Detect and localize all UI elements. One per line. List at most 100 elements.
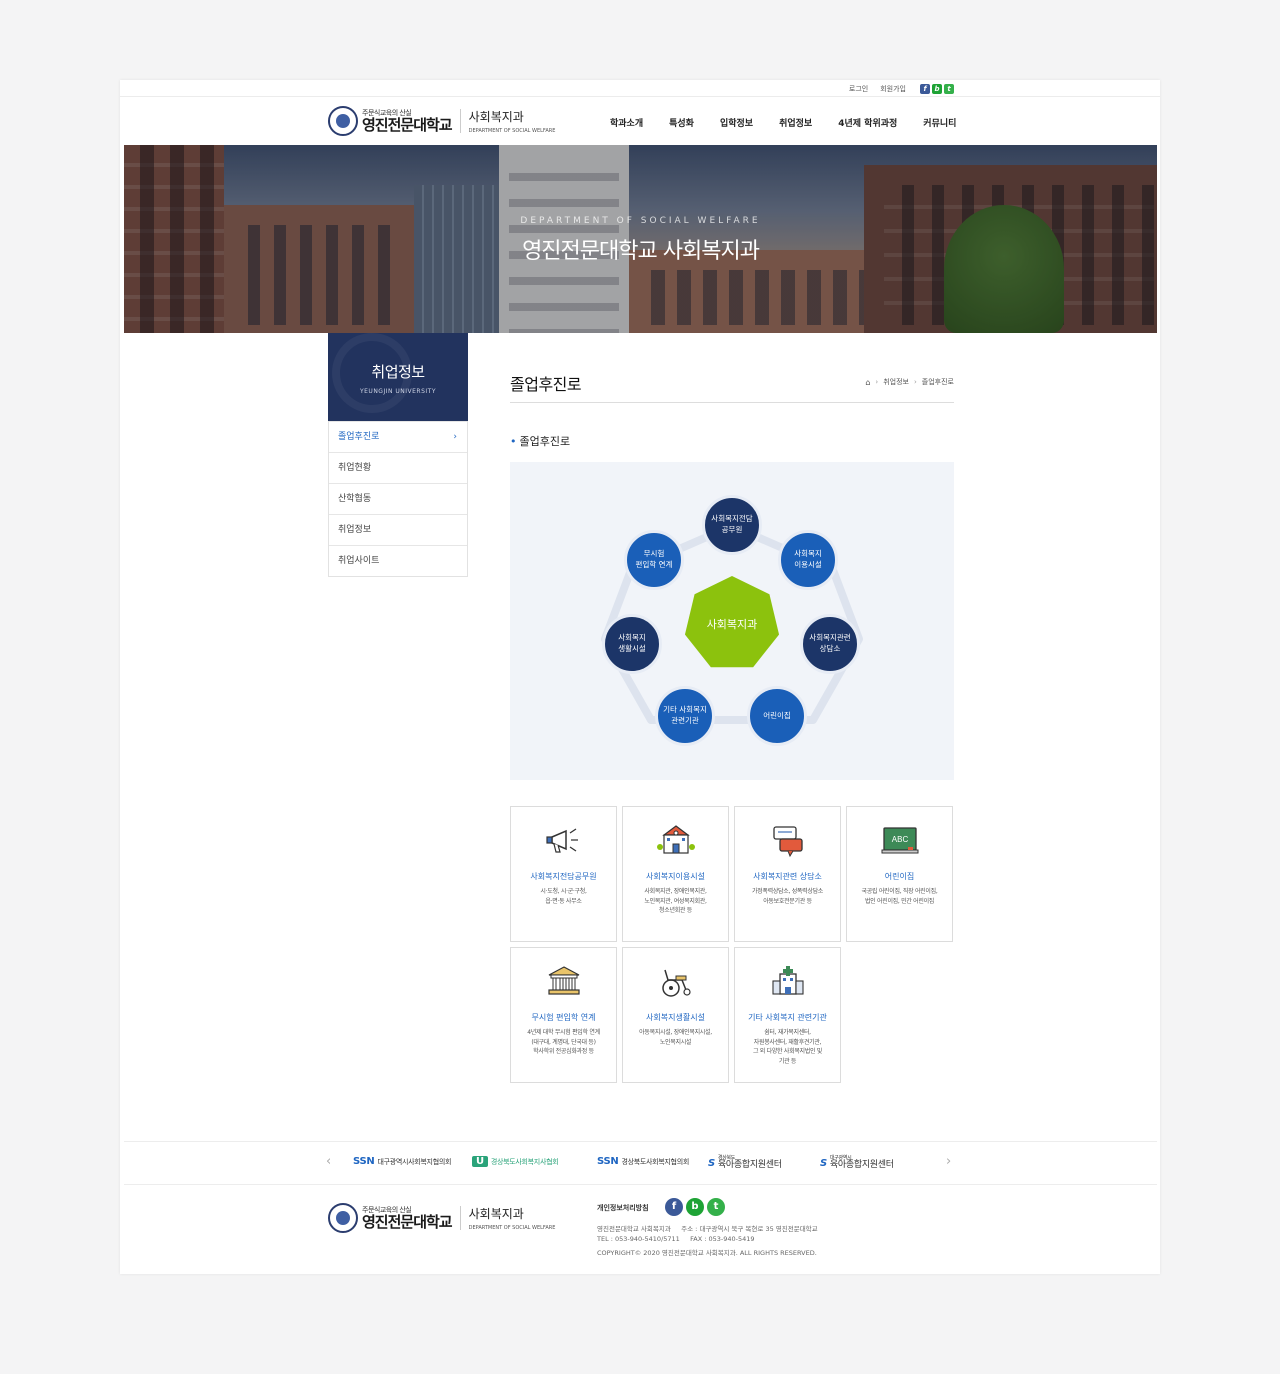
diagram-node: 사회복지 생활시설 bbox=[602, 614, 662, 674]
career-card: 사회복지생활시설 아동복지시설, 장애인복지시설, 노인복지시설 bbox=[622, 947, 729, 1083]
university-icon bbox=[548, 966, 580, 995]
megaphone-icon bbox=[546, 828, 578, 853]
footer-logo: 주문식교육의 산실 영진전문대학교 사회복지과 DEPARTMENT OF SO… bbox=[328, 1203, 555, 1233]
partner-logo[interactable]: SSN 대구광역시사회복지협의회 bbox=[353, 1156, 451, 1167]
utility-bar: 로그인 회원가입 f b t bbox=[849, 83, 954, 95]
svg-text:ABC: ABC bbox=[892, 835, 909, 844]
breadcrumb-item[interactable]: 취업정보 bbox=[883, 377, 909, 387]
diagram-node: 기타 사회복지 관련기관 bbox=[655, 686, 715, 746]
partner-name: 육아종합지원센터 bbox=[717, 1160, 782, 1170]
hero-subtitle: DEPARTMENT OF SOCIAL WELFARE bbox=[520, 216, 761, 226]
section-subtitle: 졸업후진로 bbox=[510, 433, 571, 449]
lnb-menu: 졸업후진로 › 취업현황 산학협동 취업정보 취업사이트 bbox=[328, 421, 468, 577]
nav-item-about[interactable]: 학과소개 bbox=[610, 116, 643, 129]
card-title: 사회복지생활시설 bbox=[646, 1013, 705, 1022]
career-card: 사회복지전담공무원 시·도청, 시·군·구청, 읍·면·동 사무소 bbox=[510, 806, 617, 942]
nav-item-degree[interactable]: 4년제 학위과정 bbox=[838, 116, 897, 129]
lnb-item-status[interactable]: 취업현황 bbox=[329, 452, 467, 483]
card-desc: 국공립 어린이집, 직장 어린이집, 법인 어린이집, 민간 어린이집 bbox=[861, 888, 938, 905]
partner-logo[interactable]: SSN 경상북도사회복지협의회 bbox=[597, 1156, 689, 1167]
card-title: 사회복지관련 상담소 bbox=[753, 872, 822, 881]
page: 로그인 회원가입 f b t 주문식교육의 산실 영진전문대학교 사회복지과 D… bbox=[120, 80, 1160, 1274]
career-diagram: 사회복지과 사회복지전담 공무원 사회복지 이용시설 사회복지관련 상담소 어린이집 … bbox=[510, 462, 954, 780]
home-icon[interactable]: ⌂ bbox=[865, 378, 870, 387]
main-nav: 학과소개 특성화 입학정보 취업정보 4년제 학위과정 커뮤니티 bbox=[610, 116, 956, 129]
talk-icon[interactable]: t bbox=[944, 84, 954, 94]
title-divider bbox=[510, 402, 954, 403]
privacy-link[interactable]: 개인정보처리방침 bbox=[597, 1203, 649, 1213]
logo-dept-ko: 사회복지과 bbox=[468, 1207, 524, 1221]
card-desc: 가정폭력상담소, 성폭력상담소 아동보호전문기관 등 bbox=[751, 888, 824, 905]
diagram-node: 어린이집 bbox=[747, 686, 807, 746]
logo-divider bbox=[459, 1206, 461, 1230]
nav-item-career[interactable]: 취업정보 bbox=[779, 116, 812, 129]
logo-school-name: 영진전문대학교 bbox=[362, 1212, 453, 1231]
partner-next-icon[interactable]: › bbox=[946, 1154, 951, 1169]
diagram-node: 사회복지전담 공무원 bbox=[702, 495, 762, 555]
hero-title: 영진전문대학교 사회복지과 bbox=[522, 239, 760, 264]
school-emblem-icon bbox=[328, 1203, 358, 1233]
nav-item-special[interactable]: 특성화 bbox=[669, 116, 694, 129]
school-emblem-icon bbox=[328, 106, 358, 136]
blog-icon[interactable]: b bbox=[932, 84, 942, 94]
partner-divider-bottom bbox=[124, 1184, 1157, 1185]
facebook-icon[interactable]: f bbox=[920, 84, 930, 94]
partner-name: 경상북도사회복지협의회 bbox=[621, 1157, 689, 1166]
card-desc: 쉼터, 재가복지센터, 자원봉사센터, 재활후견기관, 그 외 다양한 사회복지법인… bbox=[752, 1029, 823, 1065]
lnb-watermark-icon bbox=[332, 333, 412, 413]
blog-icon[interactable]: b bbox=[686, 1198, 704, 1216]
lnb-item-job-info[interactable]: 취업정보 bbox=[329, 514, 467, 545]
login-link[interactable]: 로그인 bbox=[849, 84, 868, 94]
lnb-item-job-sites[interactable]: 취업사이트 bbox=[329, 545, 467, 576]
lnb-header: 취업정보 YEUNGJIN UNIVERSITY bbox=[328, 333, 468, 421]
lnb-item-after-graduation[interactable]: 졸업후진로 › bbox=[329, 421, 467, 452]
hospital-icon bbox=[772, 966, 804, 995]
logo-dept-en: DEPARTMENT OF SOCIAL WELFARE bbox=[468, 128, 556, 134]
career-card: 무시험 편입학 연계 4년제 대학 무시험 편입학 연계 (대구대, 계명대, 단… bbox=[510, 947, 617, 1083]
nav-item-community[interactable]: 커뮤니티 bbox=[923, 116, 956, 129]
partner-prev-icon[interactable]: ‹ bbox=[326, 1154, 331, 1169]
partner-divider-top bbox=[124, 1141, 1157, 1142]
chat-bubbles-icon bbox=[773, 826, 803, 858]
wheelchair-icon bbox=[662, 969, 691, 997]
school-building-icon bbox=[657, 825, 695, 854]
card-desc: 4년제 대학 무시험 편입학 연계 (대구대, 계명대, 단국대 등) 학사학위 전… bbox=[527, 1029, 600, 1056]
footer-address: 영진전문대학교 사회복지과 주소 : 대구광역시 북구 복현로 35 영진전문대… bbox=[597, 1225, 818, 1233]
career-card: 사회복지이용시설 사회복지관, 장애인복지관, 노인복지관, 여성복지회관, 청소년… bbox=[622, 806, 729, 942]
career-card: 사회복지관련 상담소 가정폭력상담소, 성폭력상담소 아동보호전문기관 등 bbox=[734, 806, 841, 942]
partner-logo[interactable]: U 경상북도사회복지사협회 bbox=[472, 1156, 559, 1167]
partner-name: 경상북도사회복지사협회 bbox=[490, 1157, 559, 1166]
footer-contact: TEL : 053-940-5410/5711 FAX : 053-940-54… bbox=[597, 1235, 755, 1243]
career-card: 기타 사회복지 관련기관 쉼터, 재가복지센터, 자원봉사센터, 재활후견기관, 그… bbox=[734, 947, 841, 1083]
header-logo[interactable]: 주문식교육의 산실 영진전문대학교 사회복지과 DEPARTMENT OF SO… bbox=[328, 106, 555, 136]
chalkboard-icon: ABC bbox=[881, 827, 919, 854]
chevron-right-icon: › bbox=[453, 432, 457, 442]
partner-logo[interactable]: S 경상북도 육아종합지원센터 bbox=[708, 1156, 782, 1170]
lnb-item-industry[interactable]: 산학협동 bbox=[329, 483, 467, 514]
diagram-node: 사회복지 이용시설 bbox=[778, 530, 838, 590]
facebook-icon[interactable]: f bbox=[665, 1198, 683, 1216]
career-card: ABC 어린이집 국공립 어린이집, 직장 어린이집, 법인 어린이집, 민간 어… bbox=[846, 806, 953, 942]
card-desc: 시·도청, 시·군·구청, 읍·면·동 사무소 bbox=[540, 888, 587, 905]
breadcrumb-item: 졸업후진로 bbox=[921, 378, 954, 386]
lnb-item-label: 졸업후진로 bbox=[338, 432, 380, 442]
talk-icon[interactable]: t bbox=[707, 1198, 725, 1216]
page-title: 졸업후진로 bbox=[510, 375, 582, 394]
breadcrumb: ⌂ › 취업정보 › 졸업후진로 bbox=[865, 377, 954, 387]
footer-copyright: COPYRIGHT© 2020 영진전문대학교 사회복지과. ALL RIGHT… bbox=[597, 1249, 817, 1257]
card-desc: 아동복지시설, 장애인복지시설, 노인복지시설 bbox=[639, 1029, 712, 1046]
card-title: 사회복지이용시설 bbox=[646, 872, 705, 881]
logo-divider bbox=[459, 109, 461, 133]
diagram-node: 무시험 편입학 연계 bbox=[624, 530, 684, 590]
partner-name: 육아종합지원센터 bbox=[829, 1160, 894, 1170]
card-desc: 사회복지관, 장애인복지관, 노인복지관, 여성복지회관, 청소년회관 등 bbox=[644, 888, 707, 915]
partner-logo[interactable]: S 대구광역시 육아종합지원센터 bbox=[820, 1156, 894, 1170]
card-title: 어린이집 bbox=[884, 872, 915, 881]
logo-dept-en: DEPARTMENT OF SOCIAL WELFARE bbox=[468, 1225, 556, 1231]
join-link[interactable]: 회원가입 bbox=[880, 84, 906, 94]
nav-item-admission[interactable]: 입학정보 bbox=[720, 116, 753, 129]
partner-name: 대구광역시사회복지협의회 bbox=[377, 1157, 452, 1166]
diagram-node: 사회복지관련 상담소 bbox=[800, 614, 860, 674]
logo-dept-ko: 사회복지과 bbox=[468, 110, 524, 124]
card-title: 무시험 편입학 연계 bbox=[531, 1013, 596, 1022]
